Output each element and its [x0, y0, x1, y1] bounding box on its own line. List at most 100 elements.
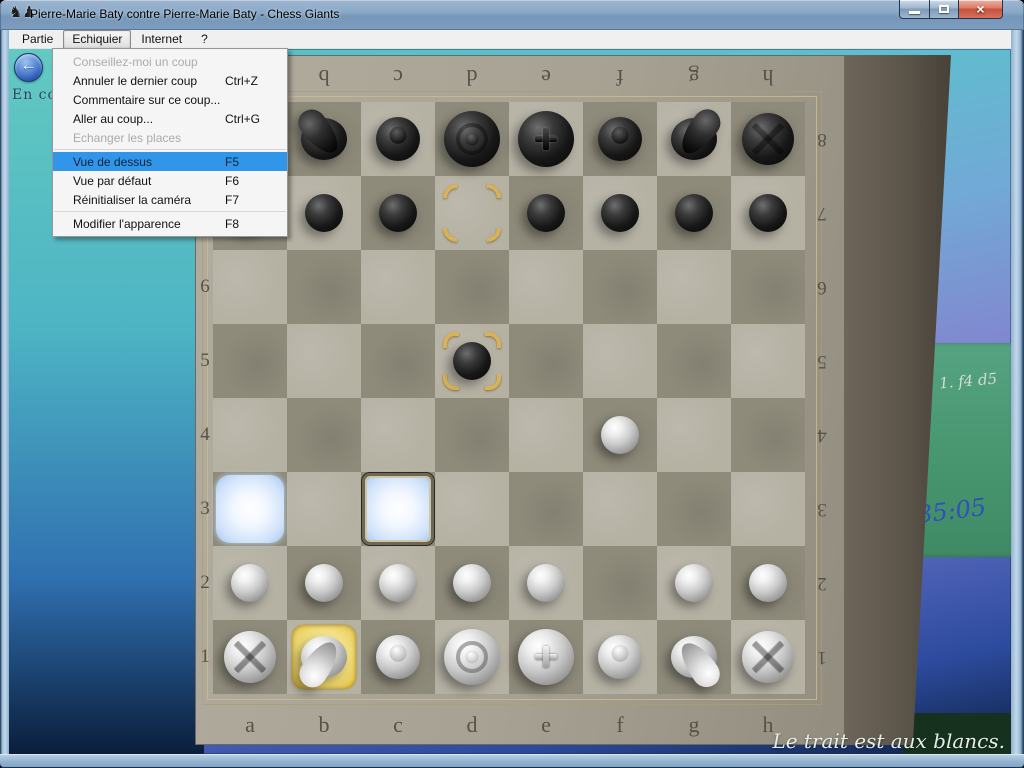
menubar-item-partie[interactable]: Partie: [13, 30, 62, 49]
file-label: b: [287, 712, 361, 738]
menu-item-shortcut: F7: [225, 193, 273, 207]
menubar-item-internet[interactable]: Internet: [132, 30, 191, 49]
marker-corner: [443, 228, 457, 242]
piece-black-pawn[interactable]: [361, 176, 435, 250]
file-label: f: [583, 712, 657, 738]
application-window: ♞♟ Pierre-Marie Baty contre Pierre-Marie…: [0, 0, 1024, 768]
chess-board: aabbccddeeffgghh8877665544332211: [195, 55, 845, 745]
piece-white-pawn[interactable]: [287, 546, 361, 620]
rank-label-right: 6: [814, 250, 830, 324]
rank-label-right: 3: [814, 472, 830, 546]
piece-black-knight[interactable]: [287, 102, 361, 176]
piece-white-queen[interactable]: [435, 620, 509, 694]
piece-black-rook[interactable]: [731, 102, 805, 176]
board-overlay: [213, 102, 805, 694]
menubar-item-[interactable]: ?: [192, 30, 217, 49]
rank-label: 1: [197, 620, 213, 694]
maximize-button[interactable]: [929, 0, 958, 19]
rank-label-right: 8: [814, 102, 830, 176]
menu-item[interactable]: Annuler le dernier coupCtrl+Z: [53, 71, 287, 90]
piece-black-knight[interactable]: [657, 102, 731, 176]
piece-white-knight[interactable]: [657, 620, 731, 694]
piece-white-knight[interactable]: [287, 620, 361, 694]
file-label: c: [361, 712, 435, 738]
close-button[interactable]: ×: [958, 0, 1003, 19]
menu-item[interactable]: Réinitialiser la caméraF7: [53, 190, 287, 209]
rank-label: 4: [197, 398, 213, 472]
file-label-top: e: [509, 64, 583, 90]
menu-item-shortcut: F6: [225, 174, 273, 188]
piece-black-bishop[interactable]: [583, 102, 657, 176]
menu-item-shortcut: Ctrl+G: [225, 112, 273, 126]
piece-white-rook[interactable]: [213, 620, 287, 694]
piece-black-king[interactable]: [509, 102, 583, 176]
file-label: e: [509, 712, 583, 738]
title-bar[interactable]: ♞♟ Pierre-Marie Baty contre Pierre-Marie…: [0, 0, 1024, 30]
window-border-right: [1011, 30, 1024, 754]
file-label-top: h: [731, 64, 805, 90]
marker-corner: [487, 184, 501, 198]
piece-white-bishop[interactable]: [583, 620, 657, 694]
piece-white-king[interactable]: [509, 620, 583, 694]
turn-message: Le trait est aux blancs.: [772, 729, 1005, 753]
piece-white-pawn[interactable]: [583, 398, 657, 472]
legal-move-highlight[interactable]: [213, 472, 287, 546]
piece-white-rook[interactable]: [731, 620, 805, 694]
menu-item-label: Echanger les places: [73, 131, 225, 145]
back-arrow-icon: ←: [15, 57, 42, 75]
menu-item-label: Réinitialiser la caméra: [73, 193, 225, 207]
window-title: Pierre-Marie Baty contre Pierre-Marie Ba…: [30, 7, 339, 21]
menu-separator: [54, 211, 286, 212]
file-label: g: [657, 712, 731, 738]
window-border-left: [0, 30, 9, 754]
piece-black-pawn[interactable]: [731, 176, 805, 250]
piece-white-pawn[interactable]: [213, 546, 287, 620]
rank-label: 5: [197, 324, 213, 398]
piece-white-pawn[interactable]: [731, 546, 805, 620]
piece-black-pawn[interactable]: [583, 176, 657, 250]
menu-separator: [54, 149, 286, 150]
piece-black-queen[interactable]: [435, 102, 509, 176]
piece-white-pawn[interactable]: [509, 546, 583, 620]
rank-label: 3: [197, 472, 213, 546]
menu-item-label: Commentaire sur ce coup...: [73, 93, 225, 107]
piece-black-pawn[interactable]: [435, 324, 509, 398]
menubar-item-echiquier[interactable]: Echiquier: [63, 30, 131, 49]
menu-item[interactable]: Aller au coup...Ctrl+G: [53, 109, 287, 128]
rank-label-right: 1: [814, 620, 830, 694]
file-label: d: [435, 712, 509, 738]
menu-item-label: Conseillez-moi un coup: [73, 55, 225, 69]
rank-label-right: 4: [814, 398, 830, 472]
menu-item-label: Vue de dessus: [73, 155, 225, 169]
piece-white-pawn[interactable]: [361, 546, 435, 620]
menu-item-label: Annuler le dernier coup: [73, 74, 225, 88]
close-icon: ×: [959, 1, 1002, 17]
file-label-top: g: [657, 64, 731, 90]
minimize-icon: [909, 11, 920, 14]
rank-label: 6: [197, 250, 213, 324]
menu-item-shortcut: F8: [225, 217, 273, 231]
piece-black-pawn[interactable]: [657, 176, 731, 250]
piece-white-pawn[interactable]: [657, 546, 731, 620]
maximize-icon: [939, 5, 949, 13]
menu-item[interactable]: Vue par défautF6: [53, 171, 287, 190]
file-label-top: c: [361, 64, 435, 90]
back-button[interactable]: ←: [14, 53, 43, 82]
menu-item-label: Modifier l'apparence: [73, 217, 225, 231]
piece-white-pawn[interactable]: [435, 546, 509, 620]
piece-white-bishop[interactable]: [361, 620, 435, 694]
menu-item-label: Vue par défaut: [73, 174, 225, 188]
menu-item[interactable]: Modifier l'apparenceF8: [53, 214, 287, 233]
menu-item[interactable]: Vue de dessusF5: [53, 152, 287, 171]
piece-black-pawn[interactable]: [509, 176, 583, 250]
minimize-button[interactable]: [899, 0, 929, 19]
rank-label: 2: [197, 546, 213, 620]
menu-item[interactable]: Commentaire sur ce coup...: [53, 90, 287, 109]
window-border-bottom: [0, 754, 1024, 768]
piece-black-pawn[interactable]: [287, 176, 361, 250]
legal-move-highlight[interactable]: [361, 472, 435, 546]
file-label-top: f: [583, 64, 657, 90]
last-move-from-marker: [435, 176, 509, 250]
piece-black-bishop[interactable]: [361, 102, 435, 176]
window-controls: ×: [899, 0, 1003, 19]
